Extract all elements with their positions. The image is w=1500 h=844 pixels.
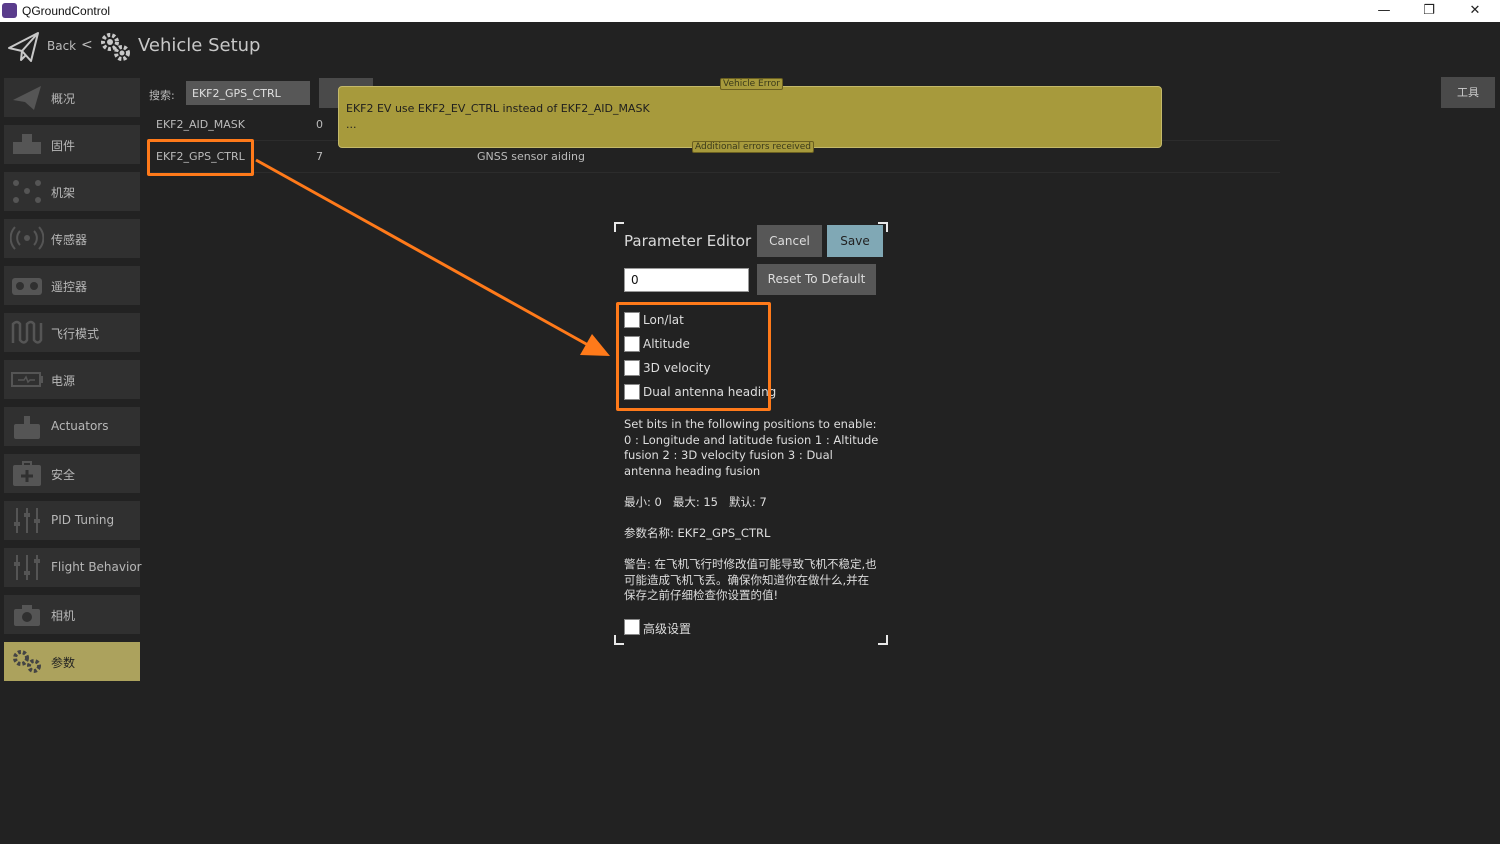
sidebar-item-airframe[interactable]: 机架 (4, 172, 140, 211)
sidebar-item-power[interactable]: 电源 (4, 360, 140, 399)
dialog-corner (878, 635, 888, 645)
vehicle-error-message: EKF2 EV use EKF2_EV_CTRL instead of EKF2… (346, 102, 650, 115)
search-label: 搜索: (149, 89, 175, 102)
tuning-icon (14, 508, 40, 533)
minimize-button[interactable]: — (1361, 0, 1407, 22)
window-titlebar: QGroundControl — ❐ ✕ (0, 0, 1500, 22)
radio-icon (12, 278, 42, 295)
safety-icon (13, 461, 41, 486)
toolbar-header: Back < Vehicle Setup (0, 22, 1500, 72)
bits-highlight (616, 302, 771, 411)
back-chevron-icon: < (81, 37, 93, 53)
dialog-title: Parameter Editor (624, 232, 752, 250)
tools-button[interactable]: 工具 (1441, 77, 1495, 108)
gears-icon (13, 650, 41, 673)
additional-errors-tag: Additional errors received (692, 141, 814, 153)
sidebar-item-label: PID Tuning (51, 513, 115, 527)
sidebar-item-label: 相机 (51, 609, 76, 623)
sidebar-item-label: 飞行模式 (51, 327, 100, 341)
vehicle-error-more: ... (346, 118, 357, 131)
dialog-corner (614, 222, 624, 232)
actuators-icon (14, 416, 40, 439)
checkbox[interactable] (624, 619, 640, 635)
sidebar-item-parameters[interactable]: 参数 (4, 642, 140, 681)
sidebar-item-radio[interactable]: 遥控器 (4, 266, 140, 305)
sidebar-item-label: 遥控器 (51, 280, 88, 294)
dialog-corner (614, 635, 624, 645)
param-value: 7 (316, 150, 323, 163)
page-title: Vehicle Setup (138, 35, 261, 56)
flight-modes-icon (11, 320, 43, 344)
restore-button[interactable]: ❐ (1406, 0, 1452, 22)
checkbox-label: 高级设置 (643, 622, 692, 636)
param-name-highlight (147, 139, 254, 176)
param-value: 0 (316, 118, 323, 131)
sidebar-item-summary[interactable]: 概况 (4, 78, 140, 117)
sidebar-item-pid-tuning[interactable]: PID Tuning (4, 501, 140, 540)
sidebar-item-label: 安全 (51, 468, 76, 482)
cancel-button[interactable]: Cancel (757, 225, 822, 257)
gears-icon (101, 33, 130, 61)
save-button[interactable]: Save (827, 225, 883, 257)
firmware-icon (13, 134, 41, 154)
plane-icon (13, 86, 41, 110)
sidebar-item-label: 固件 (51, 139, 76, 153)
param-value-input[interactable] (624, 268, 749, 292)
warning-text: 警告: 在飞机飞行时修改值可能导致飞机不稳定,也可能造成飞机飞丢。确保你知道你在… (624, 557, 877, 602)
sidebar-item-flight-modes[interactable]: 飞行模式 (4, 313, 140, 352)
vehicle-error-banner[interactable] (338, 86, 1162, 148)
app-logo-icon (2, 3, 17, 18)
sidebar-item-actuators[interactable]: Actuators (4, 407, 140, 446)
window-title: QGroundControl (22, 4, 111, 18)
param-name-text: 参数名称: EKF2_GPS_CTRL (624, 526, 771, 540)
sidebar-item-firmware[interactable]: 固件 (4, 125, 140, 164)
sidebar-item-label: 参数 (51, 656, 76, 670)
camera-icon (14, 605, 40, 626)
back-button[interactable]: Back (47, 39, 76, 53)
vehicle-error-tag: Vehicle Error (720, 78, 783, 90)
close-button[interactable]: ✕ (1452, 0, 1498, 22)
sidebar-item-flight-behavior[interactable]: Flight Behavior (4, 548, 142, 587)
param-range-text: 最小: 0 最大: 15 默认: 7 (624, 495, 767, 509)
sensors-icon (10, 226, 44, 250)
search-input[interactable] (186, 81, 310, 105)
sidebar-item-camera[interactable]: 相机 (4, 595, 140, 634)
sidebar-item-label: 电源 (51, 374, 76, 388)
sidebar-item-label: Flight Behavior (51, 560, 142, 574)
battery-icon (11, 372, 43, 387)
reset-to-default-button[interactable]: Reset To Default (757, 264, 876, 295)
sidebar-item-sensors[interactable]: 传感器 (4, 219, 140, 258)
param-description: GNSS sensor aiding (477, 150, 585, 163)
flight-behavior-icon (14, 555, 40, 580)
sidebar-item-label: Actuators (51, 419, 109, 433)
sidebar-item-label: 传感器 (51, 233, 88, 247)
param-name: EKF2_AID_MASK (156, 118, 245, 131)
airframe-icon (13, 180, 41, 203)
sidebar-item-label: 概况 (51, 92, 76, 106)
param-description-text: Set bits in the following positions to e… (624, 417, 879, 478)
back-plane-icon[interactable] (7, 30, 41, 64)
sidebar-item-label: 机架 (51, 186, 76, 200)
sidebar-item-safety[interactable]: 安全 (4, 454, 140, 493)
